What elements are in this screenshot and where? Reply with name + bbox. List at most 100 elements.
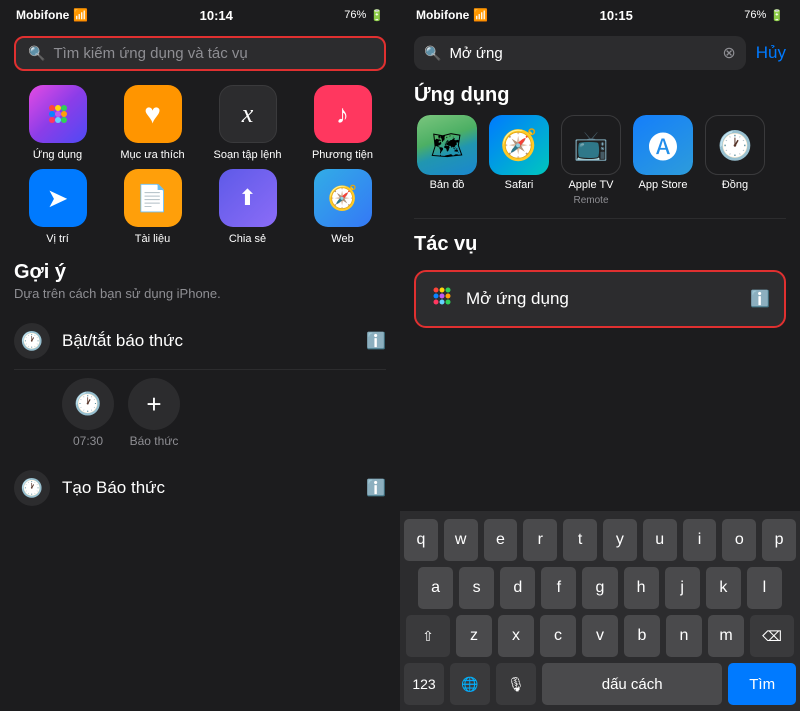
shortcuts-label: Soạn tập lệnh — [214, 149, 282, 161]
key-q[interactable]: q — [404, 519, 438, 561]
numbers-key[interactable]: 123 — [404, 663, 444, 705]
create-alarm-label: Tạo Báo thức — [62, 478, 165, 498]
shortcut-favorites[interactable]: ♥ Mục ưa thích — [109, 85, 196, 161]
add-alarm-label: Báo thức — [130, 434, 179, 448]
app-tv-remote[interactable]: 📺 Apple TV Remote — [558, 115, 624, 206]
key-o[interactable]: o — [722, 519, 756, 561]
clear-search-button[interactable]: ⊗ — [722, 43, 735, 63]
right-search-icon: 🔍 — [424, 45, 441, 62]
create-alarm-item[interactable]: 🕐 Tạo Báo thức ℹ️ — [14, 458, 386, 510]
key-k[interactable]: k — [706, 567, 741, 609]
right-search-container: 🔍 Mở ứng ⊗ Hủy — [400, 28, 800, 78]
key-m[interactable]: m — [708, 615, 744, 657]
left-battery: 76% 🔋 — [344, 9, 384, 22]
share-label: Chia sẻ — [229, 233, 266, 245]
key-y[interactable]: y — [603, 519, 637, 561]
keyboard-row-3: ⇧ z x c v b n m ⌫ — [404, 615, 796, 657]
left-panel: Mobifone 📶 10:14 76% 🔋 🔍 Tìm kiếm ứng dụ… — [0, 0, 400, 711]
create-alarm-info-icon[interactable]: ℹ️ — [366, 478, 386, 498]
favorites-label: Mục ưa thích — [120, 149, 184, 161]
key-l[interactable]: l — [747, 567, 782, 609]
key-g[interactable]: g — [582, 567, 617, 609]
shortcut-location[interactable]: ➤ Vị trí — [14, 169, 101, 245]
open-app-action[interactable]: Mở ứng dụng ℹ️ — [414, 270, 786, 328]
apps-label: Ứng dụng — [33, 149, 82, 161]
shortcuts-icon: x — [219, 85, 277, 143]
key-x[interactable]: x — [498, 615, 534, 657]
apps-row: 🗺 Bản đồ 🧭 Safari 📺 Apple TV Remote 🅐 — [400, 115, 800, 218]
appstore-app-icon: 🅐 — [633, 115, 693, 175]
left-status-bar: Mobifone 📶 10:14 76% 🔋 — [0, 0, 400, 28]
key-b[interactable]: b — [624, 615, 660, 657]
shortcut-share[interactable]: ⬆ Chia sẻ — [204, 169, 291, 245]
left-search-container: 🔍 Tìm kiếm ứng dụng và tác vụ — [0, 28, 400, 81]
tv-label: Apple TV — [568, 179, 613, 191]
app-clock[interactable]: 🕐 Đồng — [702, 115, 768, 206]
key-z[interactable]: z — [456, 615, 492, 657]
mic-key[interactable]: 🎙 — [496, 663, 536, 705]
space-key[interactable]: dấu cách — [542, 663, 722, 705]
left-search-placeholder: Tìm kiếm ứng dụng và tác vụ — [53, 45, 247, 62]
tv-app-icon: 📺 — [561, 115, 621, 175]
key-f[interactable]: f — [541, 567, 576, 609]
right-search-bar[interactable]: 🔍 Mở ứng ⊗ — [414, 36, 746, 70]
right-panel: Mobifone 📶 10:15 76% 🔋 🔍 Mở ứng ⊗ Hủy Ứn… — [400, 0, 800, 711]
tasks-section: Tác vụ Mở ứng dụng — [400, 219, 800, 338]
appstore-label: App Store — [639, 179, 688, 191]
tv-sublabel: Remote — [573, 195, 608, 206]
location-icon: ➤ — [29, 169, 87, 227]
key-p[interactable]: p — [762, 519, 796, 561]
right-search-query: Mở ứng — [449, 45, 502, 62]
share-icon: ⬆ — [219, 169, 277, 227]
key-r[interactable]: r — [523, 519, 557, 561]
suggestions-subtitle: Dựa trên cách bạn sử dụng iPhone. — [14, 286, 386, 301]
favorites-icon: ♥ — [124, 85, 182, 143]
left-search-bar[interactable]: 🔍 Tìm kiếm ứng dụng và tác vụ — [14, 36, 386, 71]
key-u[interactable]: u — [643, 519, 677, 561]
alarm-clocks-row: 🕐 07:30 + Báo thức — [14, 370, 386, 452]
right-status-bar: Mobifone 📶 10:15 76% 🔋 — [400, 0, 800, 28]
key-c[interactable]: c — [540, 615, 576, 657]
key-a[interactable]: a — [418, 567, 453, 609]
delete-key[interactable]: ⌫ — [750, 615, 794, 657]
shortcut-web[interactable]: 🧭 Web — [299, 169, 386, 245]
clock-time-item[interactable]: 🕐 07:30 — [62, 378, 114, 448]
key-s[interactable]: s — [459, 567, 494, 609]
shortcut-apps[interactable]: Ứng dụng — [14, 85, 101, 161]
key-t[interactable]: t — [563, 519, 597, 561]
keyboard[interactable]: q w e r t y u i o p a s d f g h j k l ⇧ … — [400, 511, 800, 711]
key-i[interactable]: i — [683, 519, 717, 561]
add-alarm-item[interactable]: + Báo thức — [128, 378, 180, 448]
key-j[interactable]: j — [665, 567, 700, 609]
suggestions-header: Gợi ý Dựa trên cách bạn sử dụng iPhone. — [0, 257, 400, 303]
web-label: Web — [331, 233, 353, 245]
toggle-alarm-info-icon[interactable]: ℹ️ — [366, 331, 386, 351]
action-info-icon[interactable]: ℹ️ — [750, 289, 770, 309]
key-n[interactable]: n — [666, 615, 702, 657]
safari-app-icon: 🧭 — [489, 115, 549, 175]
app-maps[interactable]: 🗺 Bản đồ — [414, 115, 480, 206]
action-apps-icon — [430, 284, 454, 314]
keyboard-bottom-row: 123 🌐 🎙 dấu cách Tìm — [404, 663, 796, 707]
apps-icon — [29, 85, 87, 143]
key-w[interactable]: w — [444, 519, 478, 561]
media-icon: ♪ — [314, 85, 372, 143]
tasks-section-title: Tác vụ — [400, 227, 800, 264]
key-e[interactable]: e — [484, 519, 518, 561]
key-d[interactable]: d — [500, 567, 535, 609]
globe-key[interactable]: 🌐 — [450, 663, 490, 705]
app-safari[interactable]: 🧭 Safari — [486, 115, 552, 206]
cancel-search-button[interactable]: Hủy — [756, 43, 786, 63]
toggle-alarm-item[interactable]: 🕐 Bật/tắt báo thức ℹ️ — [14, 313, 386, 370]
key-v[interactable]: v — [582, 615, 618, 657]
shift-key[interactable]: ⇧ — [406, 615, 450, 657]
shortcut-files[interactable]: 📄 Tài liệu — [109, 169, 196, 245]
left-carrier: Mobifone 📶 — [16, 8, 88, 22]
key-h[interactable]: h — [624, 567, 659, 609]
shortcut-media[interactable]: ♪ Phương tiện — [299, 85, 386, 161]
app-appstore[interactable]: 🅐 App Store — [630, 115, 696, 206]
right-time: 10:15 — [600, 8, 633, 23]
shortcut-shortcuts[interactable]: x Soạn tập lệnh — [204, 85, 291, 161]
search-key[interactable]: Tìm — [728, 663, 796, 705]
open-app-label: Mở ứng dụng — [466, 289, 569, 309]
